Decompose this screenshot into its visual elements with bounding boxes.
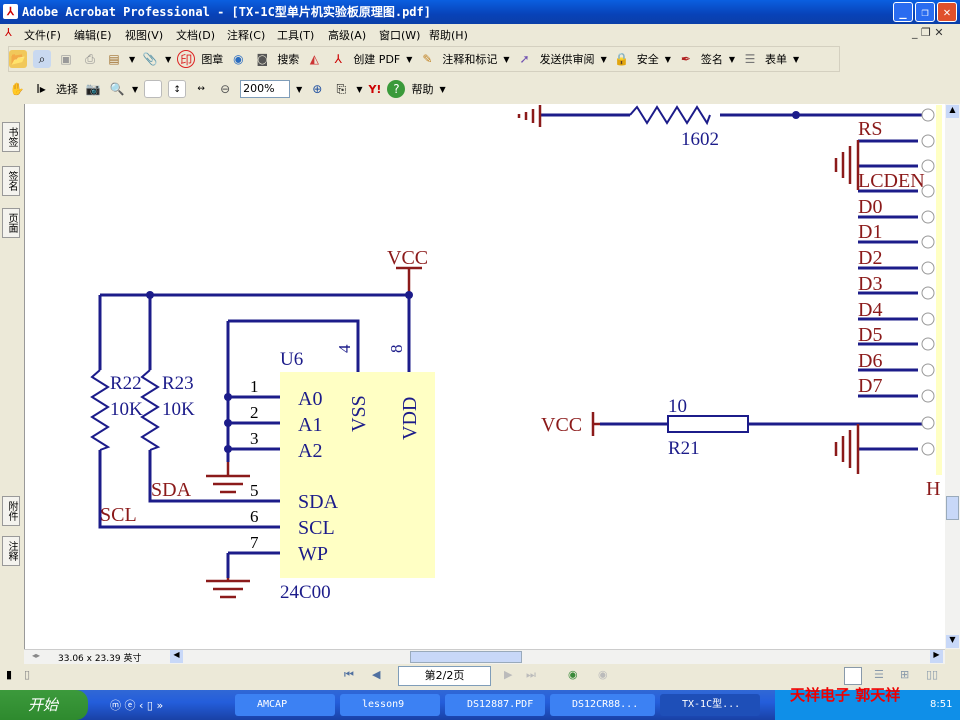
pin-number: 3 — [250, 429, 259, 448]
label-vcc: VCC — [541, 414, 582, 436]
hscroll-thumb[interactable] — [410, 651, 522, 663]
next-page-button[interactable]: ▶ — [504, 668, 512, 681]
scroll-down-button[interactable]: ▼ — [946, 635, 959, 648]
page-size-label: 33.06 x 23.39 英寸 — [58, 654, 142, 664]
layout-icon[interactable]: ▮ — [6, 668, 12, 681]
first-page-button[interactable]: ⏮ — [344, 668, 354, 682]
label-d3: D3 — [858, 273, 882, 295]
label-r23: R23 — [162, 373, 194, 394]
vcc-symbol — [396, 266, 422, 295]
task-label: AMCAP — [257, 699, 288, 710]
pin-number-4: 4 — [335, 344, 354, 353]
task-label: TX-1C型... — [682, 699, 741, 710]
wires — [90, 105, 930, 578]
scroll-up-button[interactable]: ▲ — [946, 105, 959, 118]
task-ds12887[interactable]: DS12887.PDF — [445, 694, 545, 716]
start-label: 开始 — [28, 696, 59, 714]
facing-icon[interactable]: ▯▯ — [926, 668, 938, 681]
vertical-scrollbar[interactable]: ▲ ▼ — [945, 104, 960, 649]
pin-number: 7 — [250, 533, 259, 552]
label-d2: D2 — [858, 247, 882, 269]
task-label: DS12CR88... — [572, 699, 639, 710]
pin-number: 2 — [250, 403, 259, 422]
task-label: lesson9 — [362, 699, 405, 710]
connector-body — [936, 105, 942, 475]
label-r22-value: 10K — [110, 399, 143, 420]
task-ds12cr88[interactable]: DS12CR88... — [550, 694, 655, 716]
task-label: DS12887.PDF — [467, 699, 534, 710]
system-tray: 天祥电子 郭天祥 8:51 — [775, 686, 960, 720]
label-rs: RS — [858, 118, 882, 140]
label-part: 24C00 — [280, 582, 331, 603]
task-amcap[interactable]: AMCAP — [235, 694, 335, 716]
clock: 8:51 — [930, 699, 953, 710]
pin-number: 6 — [250, 507, 259, 526]
label-r23-value: 10K — [162, 399, 195, 420]
go-back-button[interactable]: ◉ — [568, 668, 578, 681]
label-d0: D0 — [858, 196, 882, 218]
vcc-symbol — [591, 412, 600, 436]
label-r21-value: 10 — [668, 396, 687, 417]
red-labels: RS LCDEN D0 D1 D2 D3 D4 D5 D6 D7 H VCC V… — [100, 118, 940, 526]
pin-number-8: 8 — [387, 345, 406, 354]
pin-vss: VSS — [348, 395, 370, 432]
ground-icon — [517, 105, 542, 127]
label-d7: D7 — [858, 375, 882, 397]
pin-numbers: 1 2 3 5 6 7 — [250, 377, 259, 552]
label-vcc: VCC — [387, 247, 428, 269]
junctions — [146, 111, 800, 453]
task-lesson9[interactable]: lesson9 — [340, 694, 440, 716]
label-r21: R21 — [668, 438, 700, 459]
label-h: H — [926, 478, 940, 500]
ground-icon — [834, 140, 860, 190]
label-r22: R22 — [110, 373, 142, 394]
label-d5: D5 — [858, 324, 882, 346]
task-tx1c[interactable]: TX-1C型... — [660, 694, 760, 716]
prev-page-button[interactable]: ◀ — [372, 668, 380, 681]
ground-icon — [206, 578, 250, 599]
resistor-r21 — [667, 415, 749, 433]
scroll-right-button[interactable]: ▶ — [930, 650, 943, 663]
pin-a2: A2 — [298, 440, 322, 462]
pin-vdd: VDD — [399, 397, 421, 440]
resistor-1602 — [629, 105, 711, 126]
pin-scl: SCL — [298, 517, 335, 539]
continuous-facing-icon[interactable]: ⊞ — [900, 668, 909, 681]
last-page-button[interactable]: ⏭ — [526, 668, 536, 682]
watermark: 天祥电子 郭天祥 — [790, 686, 901, 704]
continuous-icon[interactable]: ☰ — [874, 668, 884, 681]
ground-icon — [834, 424, 860, 474]
resistor-r23 — [140, 369, 161, 451]
label-d4: D4 — [858, 299, 882, 321]
wire — [100, 293, 411, 372]
resistor-r22 — [90, 369, 111, 451]
start-button[interactable]: 开始 — [0, 690, 88, 720]
label-1602: 1602 — [681, 129, 719, 150]
page-number-input[interactable]: 第2/2页 — [398, 666, 491, 686]
horizontal-scrollbar[interactable]: ◂▸ 33.06 x 23.39 英寸 ◀ ▶ — [24, 649, 945, 664]
label-scl: SCL — [100, 504, 137, 526]
pin-sda: SDA — [298, 491, 339, 513]
label-lcden: LCDEN — [858, 170, 925, 192]
connector-pins — [921, 108, 935, 456]
label-d1: D1 — [858, 221, 882, 243]
quick-launch-icons[interactable]: ⓜ ⓔ ‹ ▯ » — [110, 697, 163, 713]
pin-number: 1 — [250, 377, 259, 396]
scroll-left-button[interactable]: ◀ — [170, 650, 183, 663]
label-d6: D6 — [858, 350, 882, 372]
label-sda: SDA — [151, 479, 192, 501]
single-page-icon[interactable] — [844, 667, 862, 685]
ground-icon — [206, 462, 250, 494]
pin-wp: WP — [298, 543, 328, 565]
split-handle-icon[interactable]: ◂▸ — [32, 651, 40, 660]
pin-number: 5 — [250, 481, 259, 500]
taskbar: 开始 ⓜ ⓔ ‹ ▯ » AMCAP lesson9 DS12887.PDF D… — [0, 686, 960, 720]
page-icon[interactable]: ▯ — [24, 668, 30, 681]
scroll-thumb[interactable] — [946, 496, 959, 520]
schematic: RS LCDEN D0 D1 D2 D3 D4 D5 D6 D7 H VCC V… — [90, 105, 942, 603]
go-forward-button[interactable]: ◉ — [598, 668, 608, 681]
pin-a0: A0 — [298, 388, 322, 410]
pin-a1: A1 — [298, 414, 322, 436]
label-u6: U6 — [280, 349, 303, 370]
